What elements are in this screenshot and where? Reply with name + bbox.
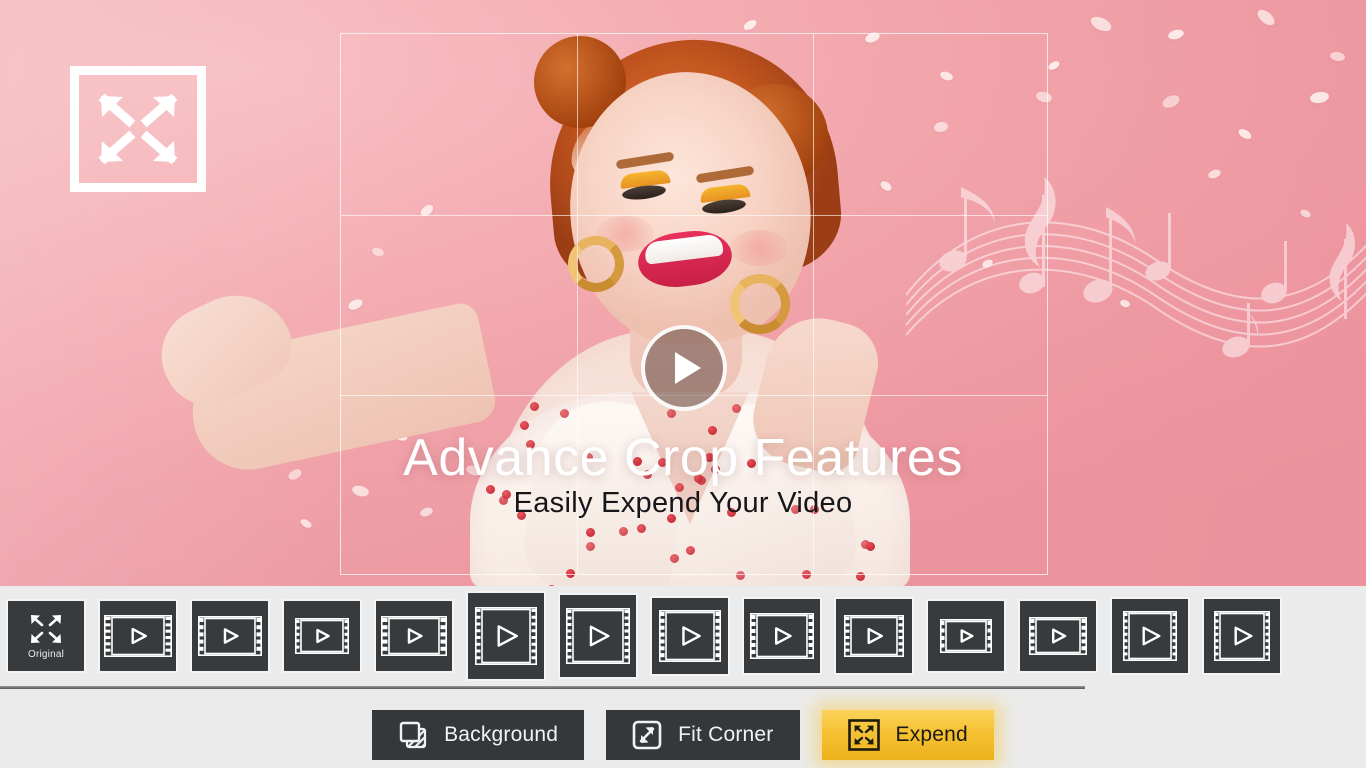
expand-arrows-icon (848, 719, 880, 751)
thumb-ratio-3[interactable] (284, 601, 360, 671)
aspect-ratio-strip: Original (0, 586, 1366, 686)
filmstrip-icon (1214, 611, 1270, 661)
filmstrip-icon (566, 608, 630, 664)
thumb-ratio-2[interactable] (192, 601, 268, 671)
thumb-ratio-11[interactable] (1020, 601, 1096, 671)
thumb-ratio-1[interactable] (100, 601, 176, 671)
expend-button-label: Expend (896, 723, 968, 747)
thumb-ratio-9[interactable] (836, 599, 912, 673)
layers-icon (398, 720, 428, 750)
thumb-ratio-6[interactable] (560, 595, 636, 677)
filmstrip-icon (381, 616, 447, 656)
expand-arrows-icon (28, 612, 64, 646)
fit-corner-button-label: Fit Corner (678, 723, 773, 747)
thumb-ratio-8[interactable] (744, 599, 820, 673)
preview-subtitle: Easily Expend Your Video (0, 487, 1366, 520)
filmstrip-icon (1123, 611, 1177, 661)
background-button[interactable]: Background (372, 710, 584, 760)
thumb-original[interactable]: Original (8, 601, 84, 671)
filmstrip-icon (1029, 617, 1087, 655)
thumb-ratio-10[interactable] (928, 601, 1004, 671)
filmstrip-icon (659, 610, 721, 662)
preview-title: Advance Crop Features (0, 432, 1366, 484)
thumb-ratio-7[interactable] (652, 598, 728, 674)
thumb-ratio-12[interactable] (1112, 599, 1188, 673)
action-buttons: Background Fit Corner Expend (0, 710, 1366, 760)
thumb-ratio-4[interactable] (376, 601, 452, 671)
filmstrip-icon (475, 607, 537, 665)
thumbnail-label: Original (28, 649, 64, 660)
fit-corner-icon (632, 720, 662, 750)
play-button[interactable] (641, 325, 727, 411)
expand-badge (70, 66, 206, 192)
filmstrip-icon (940, 619, 992, 653)
expand-arrows-icon (95, 90, 181, 168)
thumb-ratio-13[interactable] (1204, 599, 1280, 673)
expend-button[interactable]: Expend (822, 710, 994, 760)
filmstrip-icon (844, 615, 904, 657)
app-root: Advance Crop Features Easily Expend Your… (0, 0, 1366, 768)
play-icon (675, 352, 701, 384)
filmstrip-icon (198, 616, 262, 656)
filmstrip-icon (104, 615, 172, 657)
bottom-toolbar: Background Fit Corner Expend (0, 686, 1366, 768)
background-button-label: Background (444, 723, 558, 747)
filmstrip-icon (295, 618, 349, 654)
thumbnail-list: Original (8, 586, 1280, 686)
video-preview[interactable]: Advance Crop Features Easily Expend Your… (0, 0, 1366, 586)
thumb-ratio-5[interactable] (468, 593, 544, 679)
fit-corner-button[interactable]: Fit Corner (606, 710, 799, 760)
filmstrip-icon (750, 613, 814, 659)
toolbar-divider (0, 686, 1085, 689)
